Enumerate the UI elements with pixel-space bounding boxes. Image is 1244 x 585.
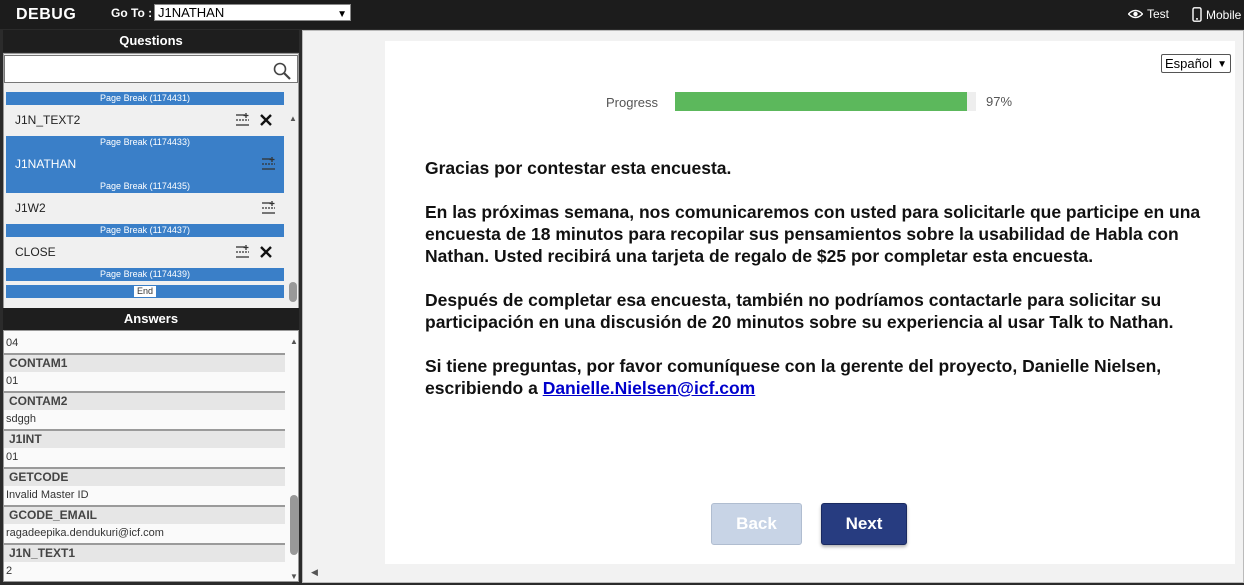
preview-area: Español ▼ Progress 97% Gracias por conte… bbox=[302, 30, 1244, 583]
email-link[interactable]: Danielle.Nielsen@icf.com bbox=[543, 378, 756, 398]
message-paragraph: En las próximas semana, nos comunicaremo… bbox=[425, 202, 1201, 266]
next-button[interactable]: Next bbox=[821, 503, 907, 545]
end-label: End bbox=[134, 286, 157, 297]
test-label: Test bbox=[1147, 7, 1170, 21]
survey-message: Gracias por contestar esta encuesta. En … bbox=[425, 157, 1215, 421]
mobile-label: Mobile bbox=[1206, 7, 1242, 22]
progress-fill bbox=[675, 92, 967, 111]
back-button[interactable]: Back bbox=[711, 503, 802, 545]
page-break[interactable]: Page Break (1174437) bbox=[6, 224, 284, 237]
insert-page-break-icon[interactable] bbox=[261, 201, 276, 216]
survey-page: Español ▼ Progress 97% Gracias por conte… bbox=[385, 41, 1235, 564]
answer-name: J1INT bbox=[4, 429, 285, 448]
end-break: End bbox=[6, 285, 284, 298]
page-break[interactable]: Page Break (1174439) bbox=[6, 268, 284, 281]
answer-name: J1N_TEXT1 bbox=[4, 543, 285, 562]
progress-bar bbox=[675, 92, 976, 111]
answer-name: GETCODE bbox=[4, 467, 285, 486]
chevron-down-icon: ▼ bbox=[337, 9, 347, 20]
left-panel: Questions Page Break (1174431) J1N_TEXT2… bbox=[0, 30, 301, 585]
answers-header: Answers bbox=[3, 308, 299, 330]
answer-value: 2 bbox=[4, 562, 285, 581]
top-bar: DEBUG Go To : J1NATHAN ▼ Test Mobile bbox=[0, 0, 1244, 29]
insert-page-break-icon[interactable] bbox=[261, 157, 276, 172]
questions-header: Questions bbox=[3, 30, 299, 52]
question-name: J1W2 bbox=[15, 201, 46, 215]
answer-value: 01 bbox=[4, 448, 285, 467]
question-item-j1w2[interactable]: J1W2 bbox=[6, 193, 284, 224]
scroll-thumb[interactable] bbox=[289, 282, 297, 302]
message-paragraph: Después de completar esa encuesta, tambi… bbox=[425, 290, 1174, 332]
question-item-j1nathan[interactable]: J1NATHAN bbox=[6, 149, 284, 180]
question-item-j1n-text2[interactable]: J1N_TEXT2 bbox=[6, 105, 284, 136]
answer-name: CONTAM1 bbox=[4, 353, 285, 372]
answer-value: 04 bbox=[4, 334, 285, 353]
progress-label: Progress bbox=[606, 95, 659, 110]
answers-scrollbar[interactable]: ▲ ▼ bbox=[288, 337, 298, 581]
eye-icon bbox=[1128, 9, 1143, 19]
questions-panel: Page Break (1174431) J1N_TEXT2 Page Brea… bbox=[3, 53, 299, 327]
answer-value: ragadeepika.dendukuri@icf.com bbox=[4, 524, 285, 543]
page-break[interactable]: Page Break (1174433) bbox=[6, 136, 284, 149]
questions-scrollbar[interactable]: ▲ ▼ bbox=[287, 114, 298, 326]
answer-value: sdggh bbox=[4, 410, 285, 429]
mobile-phone-icon bbox=[1192, 7, 1202, 22]
answer-value: Invalid Master ID bbox=[4, 486, 285, 505]
progress-percent: 97% bbox=[986, 94, 1013, 109]
goto-select[interactable]: J1NATHAN ▼ bbox=[154, 4, 351, 21]
language-value: Español bbox=[1165, 56, 1212, 71]
question-list: Page Break (1174431) J1N_TEXT2 Page Brea… bbox=[6, 92, 284, 298]
message-paragraph: Si tiene preguntas, por favor comuníques… bbox=[425, 355, 1215, 399]
contact-text: Si tiene preguntas, por favor comuníques… bbox=[425, 356, 1162, 398]
test-button[interactable]: Test bbox=[1128, 7, 1169, 21]
goto-select-value: J1NATHAN bbox=[158, 5, 225, 20]
search-icon[interactable] bbox=[273, 62, 291, 80]
close-icon[interactable] bbox=[259, 245, 273, 259]
scroll-up-icon[interactable]: ▲ bbox=[289, 114, 297, 123]
page-break[interactable]: Page Break (1174435) bbox=[6, 180, 284, 193]
answer-value: 01 bbox=[4, 372, 285, 391]
scroll-left-icon[interactable]: ◀ bbox=[311, 567, 318, 578]
question-name: J1NATHAN bbox=[15, 157, 77, 171]
scroll-up-icon[interactable]: ▲ bbox=[290, 337, 298, 346]
answer-name: GCODE_EMAIL bbox=[4, 505, 285, 524]
chevron-down-icon: ▼ bbox=[1217, 59, 1227, 70]
scroll-down-icon[interactable]: ▼ bbox=[290, 572, 298, 581]
horizontal-scrollbar[interactable]: ◀ bbox=[303, 564, 1243, 582]
answers-panel: 04 CONTAM1 01 CONTAM2 sdggh J1INT 01 GET… bbox=[3, 330, 299, 582]
message-paragraph: Gracias por contestar esta encuesta. bbox=[425, 158, 732, 178]
scroll-thumb[interactable] bbox=[290, 495, 298, 555]
close-icon[interactable] bbox=[259, 113, 273, 127]
answer-name: CONTAM2 bbox=[4, 391, 285, 410]
debug-title: DEBUG bbox=[16, 6, 77, 23]
question-item-close[interactable]: CLOSE bbox=[6, 237, 284, 268]
language-select[interactable]: Español ▼ bbox=[1161, 54, 1231, 73]
question-name: CLOSE bbox=[15, 245, 56, 259]
insert-page-break-icon[interactable] bbox=[235, 245, 250, 260]
page-break[interactable]: Page Break (1174431) bbox=[6, 92, 284, 105]
question-name: J1N_TEXT2 bbox=[15, 113, 81, 127]
mobile-button[interactable]: Mobile bbox=[1192, 7, 1241, 22]
insert-page-break-icon[interactable] bbox=[235, 113, 250, 128]
question-search-input[interactable] bbox=[4, 55, 298, 83]
goto-label: Go To : bbox=[111, 6, 153, 20]
